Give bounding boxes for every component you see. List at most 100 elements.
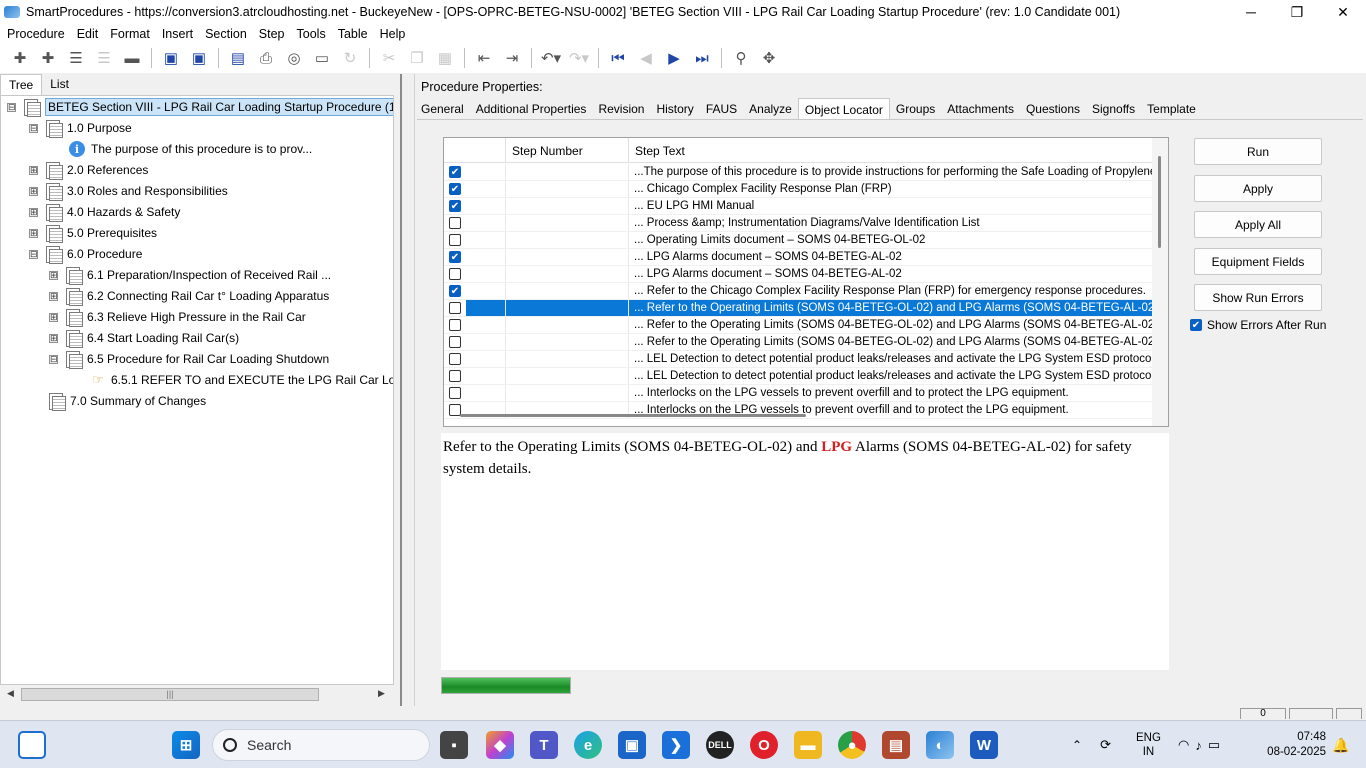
table-row[interactable]: ... Refer to the Operating Limits (SOMS … xyxy=(444,300,1154,317)
tree-node-purpose[interactable]: ⊟ 1.0 Purpose xyxy=(29,118,132,138)
add-substep-icon[interactable]: ✚ xyxy=(37,47,59,69)
notification-bell-icon[interactable]: 🔔 xyxy=(1332,721,1349,768)
menu-edit[interactable]: Edit xyxy=(73,27,103,41)
power-automate-icon[interactable]: ❯ xyxy=(662,731,690,759)
maximize-button[interactable]: ❐ xyxy=(1274,0,1320,24)
add-step-icon[interactable]: ✚ xyxy=(9,47,31,69)
copilot-icon[interactable]: ◆ xyxy=(486,731,514,759)
tree-node-6-5[interactable]: ⊟ 6.5 Procedure for Rail Car Loading Shu… xyxy=(49,349,329,369)
table-row[interactable]: ... Refer to the Operating Limits (SOMS … xyxy=(444,334,1154,351)
expand-icon[interactable]: ⊞ xyxy=(29,186,38,196)
preview-icon[interactable]: ▭ xyxy=(311,47,333,69)
outdent-icon[interactable]: ⇤ xyxy=(473,47,495,69)
expand-icon[interactable]: ⊞ xyxy=(29,207,38,217)
checkbox-icon[interactable] xyxy=(449,387,461,399)
file-explorer-icon[interactable]: ▬ xyxy=(794,731,822,759)
equipment-fields-button[interactable]: Equipment Fields xyxy=(1194,248,1322,275)
collapse-icon[interactable]: ⊟ xyxy=(49,354,58,364)
quick-settings[interactable]: ◠ ♪ ▭ xyxy=(1178,721,1220,768)
dell-icon[interactable]: DELL xyxy=(706,731,734,759)
copy-icon[interactable]: ❐ xyxy=(406,47,428,69)
spell-check-icon[interactable]: ◎ xyxy=(283,47,305,69)
expand-icon[interactable]: ⊞ xyxy=(49,291,58,301)
first-icon[interactable]: ⏮ xyxy=(607,47,629,69)
table-row[interactable]: ... LEL Detection to detect potential pr… xyxy=(444,351,1154,368)
table-row[interactable]: ... Refer to the Operating Limits (SOMS … xyxy=(444,317,1154,334)
find-icon[interactable]: ⚲ xyxy=(730,47,752,69)
print-icon[interactable]: ⎙ xyxy=(255,47,277,69)
checkbox-icon[interactable]: ✔ xyxy=(449,200,461,212)
indent-icon[interactable]: ⇥ xyxy=(501,47,523,69)
chevron-up-icon[interactable]: ⌃ xyxy=(1072,738,1082,752)
widgets-icon[interactable] xyxy=(18,731,46,759)
tab-general[interactable]: General xyxy=(415,98,470,120)
menu-help[interactable]: Help xyxy=(376,27,410,41)
menu-insert[interactable]: Insert xyxy=(158,27,197,41)
checkbox-icon[interactable] xyxy=(449,234,461,246)
menu-section[interactable]: Section xyxy=(201,27,251,41)
table-row[interactable]: ✔ ... EU LPG HMI Manual xyxy=(444,198,1154,215)
tab-signoffs[interactable]: Signoffs xyxy=(1086,98,1141,120)
tree-node-summary[interactable]: 7.0 Summary of Changes xyxy=(47,391,206,411)
indent-list-icon[interactable]: ☰ xyxy=(93,47,115,69)
tab-faus[interactable]: FAUS xyxy=(700,98,743,120)
checkbox-icon[interactable]: ✔ xyxy=(1190,319,1202,331)
tree-node-6-3[interactable]: ⊞ 6.3 Relieve High Pressure in the Rail … xyxy=(49,307,306,327)
table-row[interactable]: ... LPG Alarms document – SOMS 04-BETEG-… xyxy=(444,266,1154,283)
row-checkbox-cell[interactable] xyxy=(444,266,466,282)
tree-node-6-4[interactable]: ⊞ 6.4 Start Loading Rail Car(s) xyxy=(49,328,239,348)
opera-icon[interactable]: O xyxy=(750,731,778,759)
menu-table[interactable]: Table xyxy=(334,27,372,41)
tree-node-prerequisites[interactable]: ⊞ 5.0 Prerequisites xyxy=(29,223,157,243)
menu-tools[interactable]: Tools xyxy=(293,27,330,41)
collapse-icon[interactable]: ⊟ xyxy=(7,102,16,112)
expand-icon[interactable]: ⊞ xyxy=(49,312,58,322)
menu-format[interactable]: Format xyxy=(106,27,154,41)
scroll-left-icon[interactable]: ◀ xyxy=(7,688,14,699)
last-icon[interactable]: ⏭ xyxy=(691,47,713,69)
minimize-button[interactable]: ─ xyxy=(1228,0,1274,24)
table-row[interactable]: ... LEL Detection to detect potential pr… xyxy=(444,368,1154,385)
tree-horizontal-scrollbar[interactable]: ◀ ||| ▶ xyxy=(0,686,394,703)
tree-node-hazards[interactable]: ⊞ 4.0 Hazards & Safety xyxy=(29,202,180,222)
tab-analyze[interactable]: Analyze xyxy=(743,98,798,120)
publish-icon[interactable]: ▤ xyxy=(227,47,249,69)
header-step-text[interactable]: Step Text xyxy=(629,138,1154,163)
grid-horizontal-scrollbar[interactable] xyxy=(460,414,806,417)
remove-icon[interactable]: ▬ xyxy=(121,47,143,69)
panel-splitter[interactable] xyxy=(400,74,406,706)
row-checkbox-cell[interactable] xyxy=(444,351,466,367)
checkbox-icon[interactable]: ✔ xyxy=(449,251,461,263)
checkbox-icon[interactable] xyxy=(449,302,461,314)
store-icon[interactable]: ▣ xyxy=(618,731,646,759)
redo-icon[interactable]: ↷▾ xyxy=(568,47,590,69)
row-checkbox-cell[interactable] xyxy=(444,385,466,401)
checkbox-icon[interactable]: ✔ xyxy=(449,166,461,178)
tree-node-roles[interactable]: ⊞ 3.0 Roles and Responsibilities xyxy=(29,181,228,201)
menu-procedure[interactable]: Procedure xyxy=(3,27,69,41)
list-icon[interactable]: ☰ xyxy=(65,47,87,69)
chrome-icon[interactable]: ● xyxy=(838,731,866,759)
teams-icon[interactable]: T xyxy=(530,731,558,759)
network-icon[interactable]: ⟳ xyxy=(1100,737,1111,753)
row-checkbox-cell[interactable]: ✔ xyxy=(444,249,466,265)
row-checkbox-cell[interactable] xyxy=(444,215,466,231)
remote-app-icon[interactable]: ▤ xyxy=(882,731,910,759)
tree-node-procedure[interactable]: ⊟ 6.0 Procedure xyxy=(29,244,142,264)
row-checkbox-cell[interactable] xyxy=(444,334,466,350)
table-row[interactable]: ✔ ...The purpose of this procedure is to … xyxy=(444,164,1154,181)
row-checkbox-cell[interactable]: ✔ xyxy=(444,164,466,180)
scroll-right-icon[interactable]: ▶ xyxy=(378,688,385,699)
tab-template[interactable]: Template xyxy=(1141,98,1202,120)
expand-icon[interactable]: ⊞ xyxy=(29,228,38,238)
checkbox-icon[interactable] xyxy=(449,319,461,331)
collapse-icon[interactable]: ⊟ xyxy=(29,249,38,259)
cut-icon[interactable]: ✂ xyxy=(378,47,400,69)
tab-revision[interactable]: Revision xyxy=(592,98,650,120)
language-indicator[interactable]: ENG IN xyxy=(1136,721,1161,768)
replace-icon[interactable]: ↻ xyxy=(339,47,361,69)
tree-node-6-5-1[interactable]: ☞ 6.5.1 REFER TO and EXECUTE the LPG Rai… xyxy=(89,370,393,390)
task-view-icon[interactable]: ▪ xyxy=(440,731,468,759)
show-errors-after-run-checkbox[interactable]: ✔ Show Errors After Run xyxy=(1190,318,1326,332)
tree-node-purpose-text[interactable]: i The purpose of this procedure is to pr… xyxy=(69,139,312,159)
